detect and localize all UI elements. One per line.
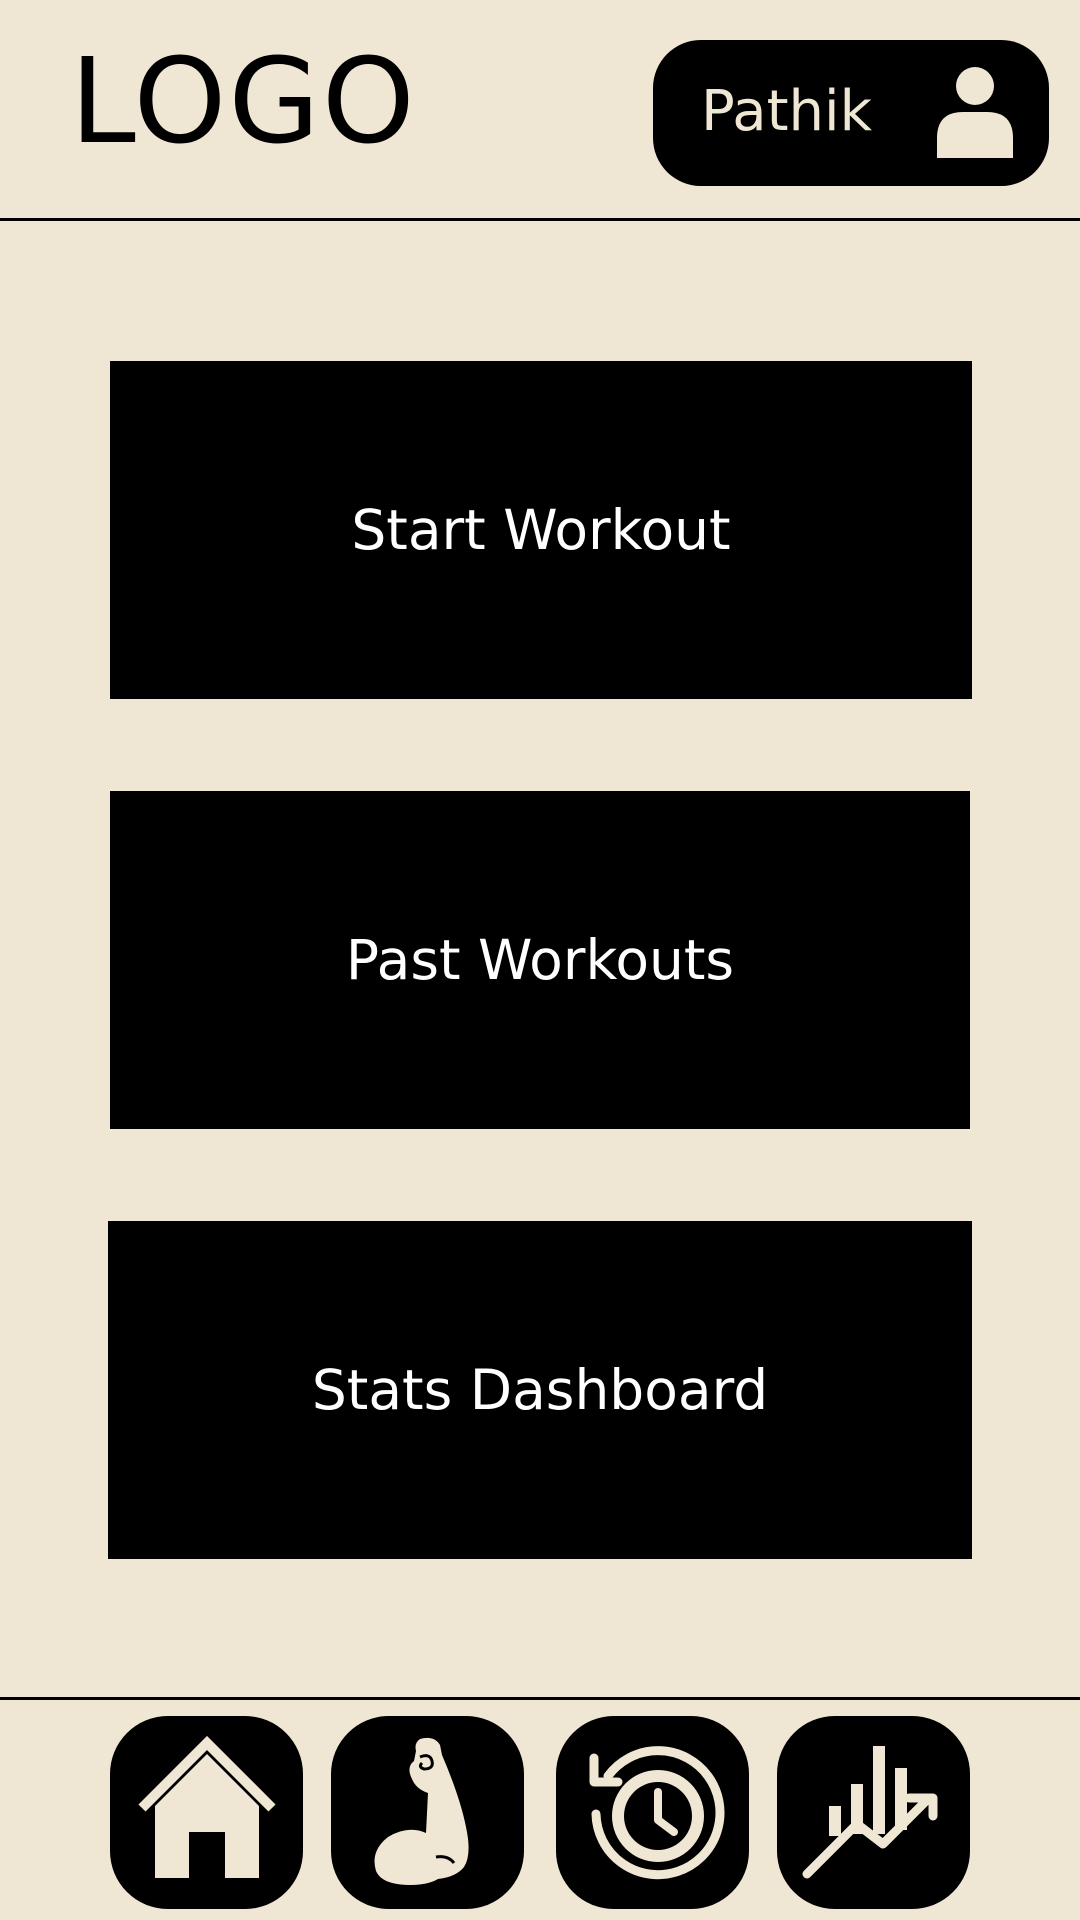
home-icon [137, 1735, 277, 1890]
header-divider [0, 218, 1080, 221]
history-clock-icon [578, 1736, 728, 1890]
nav-history-button[interactable] [556, 1716, 749, 1909]
start-workout-button[interactable]: Start Workout [110, 361, 972, 699]
start-workout-label: Start Workout [351, 498, 731, 562]
user-name: Pathik [701, 79, 873, 144]
flexed-bicep-icon [368, 1731, 488, 1895]
app-logo: LOGO [70, 32, 417, 170]
nav-stats-button[interactable] [777, 1716, 970, 1909]
home-screen: LOGO Pathik Start Workout Past Workouts … [0, 0, 1080, 1920]
stats-dashboard-button[interactable]: Stats Dashboard [108, 1221, 972, 1559]
nav-home-button[interactable] [110, 1716, 303, 1909]
nav-workouts-button[interactable] [331, 1716, 524, 1909]
stats-dashboard-label: Stats Dashboard [311, 1358, 769, 1422]
user-icon [925, 60, 1025, 164]
past-workouts-label: Past Workouts [345, 928, 735, 992]
past-workouts-button[interactable]: Past Workouts [110, 791, 970, 1129]
user-profile-button[interactable]: Pathik [653, 40, 1049, 186]
footer-divider [0, 1697, 1080, 1700]
stats-chart-icon [799, 1736, 949, 1890]
